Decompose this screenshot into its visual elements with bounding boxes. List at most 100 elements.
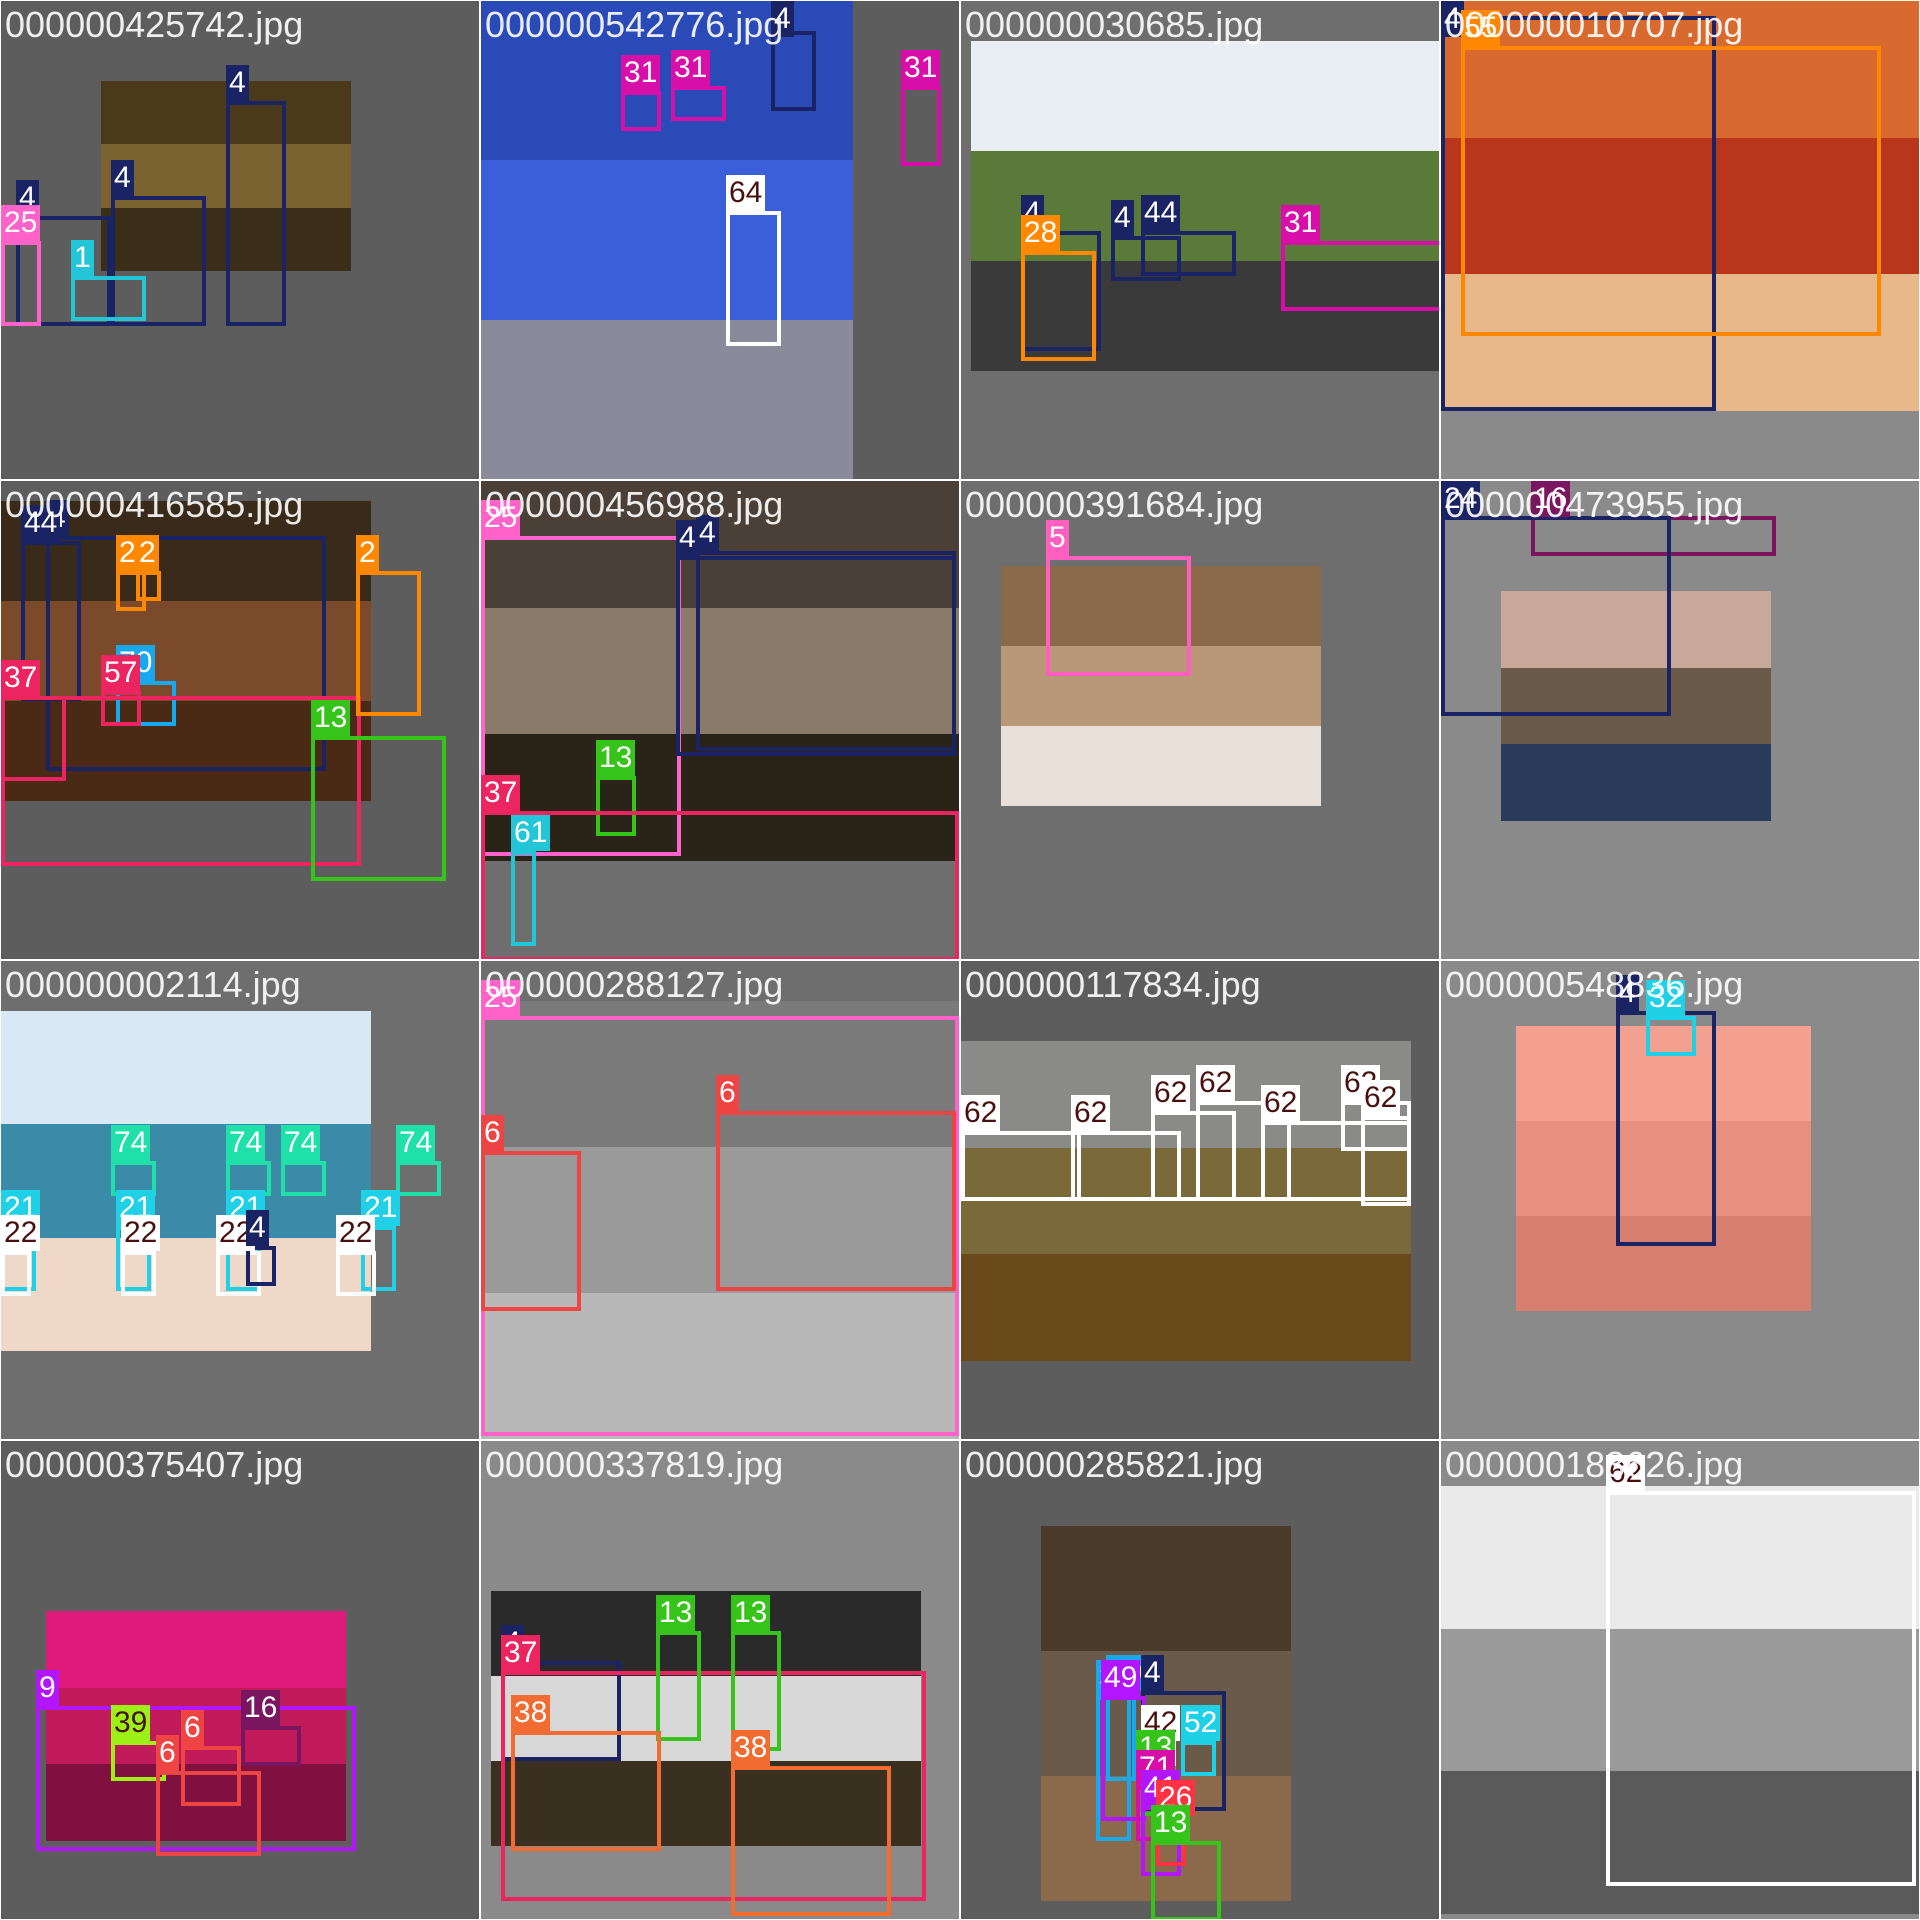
detection-box	[121, 1251, 156, 1296]
class-label: 74	[396, 1125, 436, 1161]
detection-box	[1, 1251, 31, 1296]
class-label: 39	[111, 1705, 151, 1741]
detection-box	[1361, 1116, 1411, 1206]
class-label: 37	[1, 660, 41, 696]
class-label: 4	[1111, 200, 1134, 236]
detection-box	[1141, 231, 1236, 276]
tile-filename: 000000548836.jpg	[1445, 964, 1744, 1005]
detection-box	[901, 86, 941, 166]
class-label: 64	[726, 175, 766, 211]
tile-filename: 000000542776.jpg	[485, 4, 784, 45]
class-label: 13	[731, 1595, 771, 1631]
detection-box	[311, 736, 446, 881]
tile-filename: 000000288127.jpg	[485, 964, 784, 1005]
class-label: 9	[36, 1670, 59, 1706]
class-label: 62	[1196, 1065, 1236, 1101]
class-label: 57	[101, 655, 141, 691]
class-label: 37	[501, 1635, 541, 1671]
class-label: 62	[961, 1095, 1001, 1131]
class-label: 13	[1151, 1805, 1191, 1841]
detection-box	[396, 1161, 441, 1196]
detection-box	[1646, 1016, 1696, 1056]
class-label: 2	[136, 535, 159, 571]
mosaic-tile: 000000456988.jpg 25 4 4 13 37 61	[481, 481, 959, 959]
tile-filename: 000000473955.jpg	[1445, 484, 1744, 525]
mosaic-grid: 000000425742.jpg 4 4 4 25 1 000000542776.jpg 31…	[0, 0, 1920, 1920]
class-label: 31	[671, 50, 711, 86]
detection-box	[156, 1771, 261, 1856]
tile-filename: 000000183626.jpg	[1445, 1444, 1744, 1485]
mosaic-tile: 000000542776.jpg 31 31 4 31 64	[481, 1, 959, 479]
class-label: 31	[901, 50, 941, 86]
mosaic-tile: 000000337819.jpg43713133838	[481, 1441, 959, 1919]
class-label: 38	[731, 1730, 771, 1766]
detection-box	[621, 91, 661, 131]
class-label: 22	[121, 1215, 161, 1251]
detection-box	[961, 1131, 1081, 1201]
mosaic-tile: 000000288127.jpg 25 6 6	[481, 961, 959, 1439]
detection-box	[1, 241, 41, 326]
detection-box	[241, 1726, 301, 1766]
class-label: 4	[226, 65, 249, 101]
mosaic-tile: 000000548836.jpg 4 32	[1441, 961, 1919, 1439]
detection-box	[731, 1766, 891, 1916]
tile-filename: 000000010707.jpg	[1445, 4, 1744, 45]
class-label: 6	[181, 1710, 204, 1746]
detection-box	[136, 571, 161, 601]
detection-box	[676, 556, 956, 756]
detection-box	[281, 1161, 326, 1196]
detection-box	[726, 211, 781, 346]
detection-box	[1441, 516, 1671, 716]
class-label: 62	[1071, 1095, 1111, 1131]
class-label: 44	[1141, 195, 1181, 231]
mosaic-tile: 000000010707.jpg 4 55	[1441, 1, 1919, 479]
detection-box	[1181, 1741, 1216, 1776]
class-label: 61	[511, 815, 551, 851]
detection-box	[1281, 241, 1439, 311]
tile-filename: 000000002114.jpg	[5, 964, 301, 1005]
detection-box	[1606, 1491, 1916, 1886]
detection-box	[481, 811, 959, 959]
detection-box	[246, 1246, 276, 1286]
class-label: 31	[621, 55, 661, 91]
class-label: 13	[311, 700, 351, 736]
tile-filename: 000000375407.jpg	[5, 1444, 304, 1485]
tile-filename: 000000456988.jpg	[485, 484, 784, 525]
class-label: 6	[481, 1115, 504, 1151]
detection-box	[656, 1631, 701, 1741]
class-label: 6	[716, 1075, 739, 1111]
class-label: 4	[676, 520, 699, 556]
class-label: 4	[111, 160, 134, 196]
mosaic-tile: 000000375407.jpg 9 39 6 16 6	[1, 1441, 479, 1919]
tile-filename: 000000337819.jpg	[485, 1444, 784, 1485]
class-label: 62	[1261, 1085, 1301, 1121]
detection-box	[1151, 1841, 1221, 1919]
detection-box	[356, 571, 421, 716]
mosaic-tile: 000000425742.jpg 4 4 4 25 1	[1, 1, 479, 479]
tile-filename: 000000391684.jpg	[965, 484, 1264, 525]
detection-box	[1461, 46, 1881, 336]
mosaic-tile: 000000416585.jpg4442237705737132	[1, 481, 479, 959]
mosaic-tile: 000000002114.jpg 74 74 74 74 21 21 21 21 22 22 22 22…	[1, 961, 479, 1439]
mosaic-tile: 000000285821.jpg304304942521371412613	[961, 1441, 1439, 1919]
class-label: 22	[336, 1215, 376, 1251]
mosaic-tile: 000000183626.jpg 62	[1441, 1441, 1919, 1919]
class-label: 52	[1181, 1705, 1221, 1741]
class-label: 16	[241, 1690, 281, 1726]
class-label: 62	[1361, 1080, 1401, 1116]
class-label: 4	[246, 1210, 269, 1246]
tile-filename: 000000117834.jpg	[965, 964, 1261, 1005]
class-label: 74	[281, 1125, 321, 1161]
mosaic-tile: 000000117834.jpg62626262626262	[961, 961, 1439, 1439]
class-label: 38	[511, 1695, 551, 1731]
class-label: 74	[226, 1125, 266, 1161]
class-label: 31	[1281, 205, 1321, 241]
class-label: 4	[1141, 1655, 1164, 1691]
mosaic-tile: 000000391684.jpg 5	[961, 481, 1439, 959]
detection-box	[226, 101, 286, 326]
detection-box	[1046, 556, 1191, 676]
detection-box	[511, 1731, 661, 1851]
detection-box	[336, 1251, 376, 1296]
class-label: 22	[1, 1215, 41, 1251]
tile-filename: 000000416585.jpg	[5, 484, 304, 525]
